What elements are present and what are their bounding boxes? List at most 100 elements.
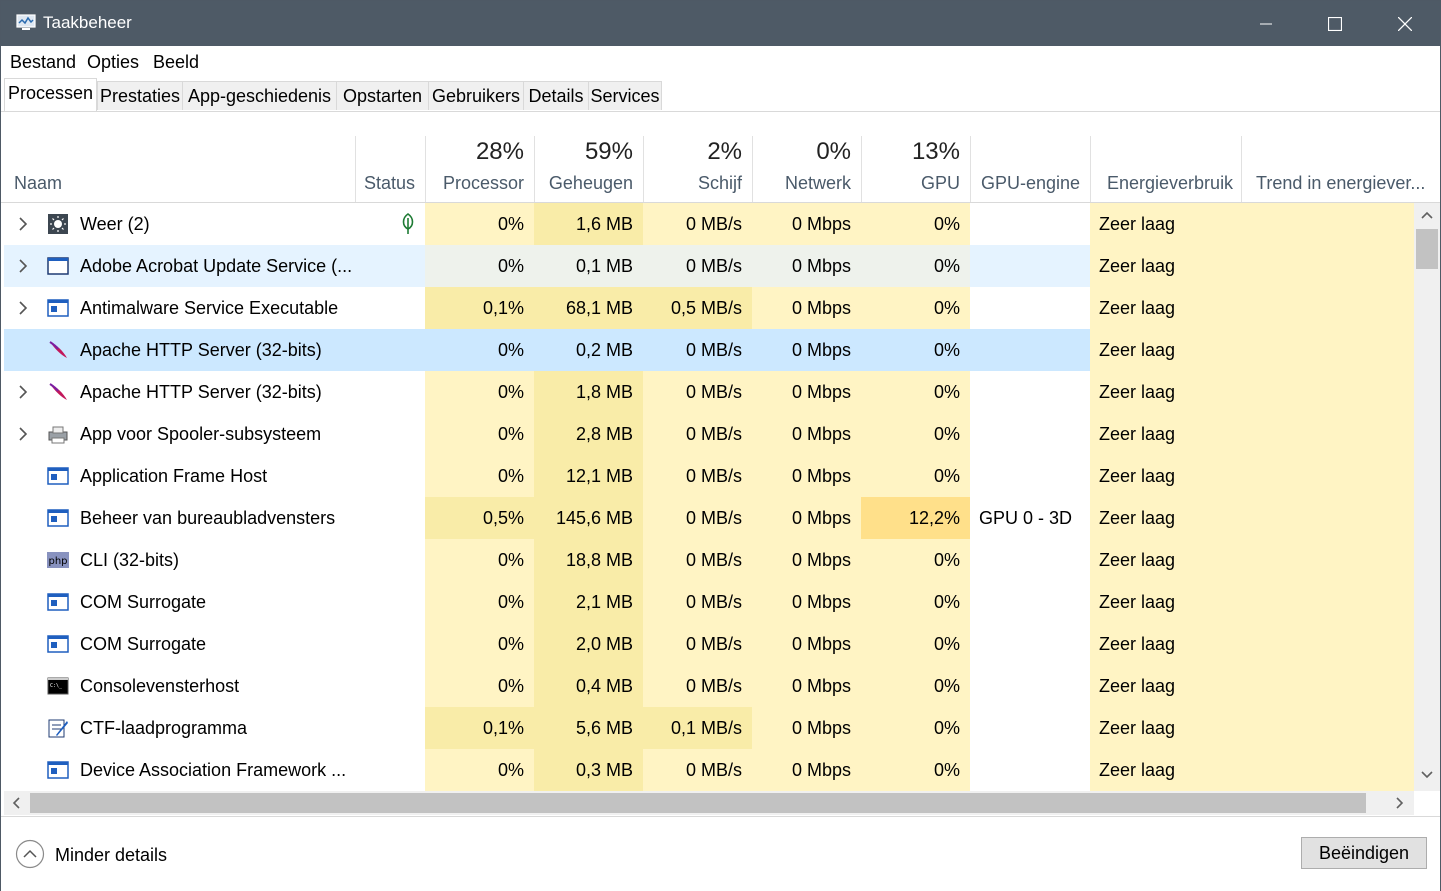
- horizontal-scroll-thumb[interactable]: [30, 793, 1366, 813]
- leaf-icon: [402, 213, 414, 234]
- process-row[interactable]: App voor Spooler-subsysteem 0% 2,8 MB 0 MB/…: [4, 413, 1414, 455]
- chevron-right-icon[interactable]: [16, 299, 30, 317]
- power-cell: Zeer laag: [1090, 665, 1241, 707]
- process-row[interactable]: php CLI (32-bits) 0% 18,8 MB 0 MB/s 0 Mbps 0% Z…: [4, 539, 1414, 581]
- gpu-engine-cell: [970, 581, 1090, 623]
- maximize-button[interactable]: [1300, 1, 1370, 46]
- gpu-engine-cell: [970, 539, 1090, 581]
- power-cell: Zeer laag: [1090, 581, 1241, 623]
- header-power-trend[interactable]: Trend in energiever...: [1241, 136, 1437, 202]
- header-name[interactable]: Naam: [1, 136, 355, 202]
- gpu-engine-cell: [970, 329, 1090, 371]
- power-trend-cell: [1241, 329, 1414, 371]
- horizontal-scrollbar[interactable]: [4, 791, 1414, 815]
- memory-cell: 12,1 MB: [534, 455, 643, 497]
- power-trend-cell: [1241, 539, 1414, 581]
- power-trend-cell: [1241, 245, 1414, 287]
- gpu-cell: 0%: [861, 413, 970, 455]
- memory-cell: 2,1 MB: [534, 581, 643, 623]
- process-row[interactable]: CTF-laadprogramma 0,1% 5,6 MB 0,1 MB/s 0 Mbp…: [4, 707, 1414, 749]
- power-trend-cell: [1241, 665, 1414, 707]
- chevron-up-circle-icon[interactable]: [15, 839, 45, 869]
- process-row[interactable]: C:\_ Consolevensterhost 0% 0,4 MB 0 MB/s 0 Mb…: [4, 665, 1414, 707]
- power-trend-cell: [1241, 203, 1414, 245]
- power-trend-cell: [1241, 371, 1414, 413]
- cpu-cell: 0,1%: [425, 707, 534, 749]
- menu-beeld[interactable]: Beeld: [153, 52, 199, 73]
- process-row[interactable]: Beheer van bureaubladvensters 0,5% 145,6 M…: [4, 497, 1414, 539]
- power-cell: Zeer laag: [1090, 539, 1241, 581]
- fewer-details-link[interactable]: Minder details: [55, 845, 167, 866]
- cpu-cell: 0,5%: [425, 497, 534, 539]
- process-row[interactable]: COM Surrogate 0% 2,1 MB 0 MB/s 0 Mbps 0% Zeer …: [4, 581, 1414, 623]
- process-row[interactable]: Device Association Framework ... 0% 0,3 MB…: [4, 749, 1414, 791]
- disk-cell: 0 MB/s: [643, 581, 752, 623]
- network-cell: 0 Mbps: [752, 497, 861, 539]
- disk-cell: 0 MB/s: [643, 371, 752, 413]
- tab-prestaties[interactable]: Prestaties: [97, 81, 183, 110]
- scroll-right-icon[interactable]: [1396, 797, 1404, 809]
- header-network[interactable]: 0% Netwerk: [752, 136, 861, 202]
- app-window-icon: [47, 467, 69, 485]
- network-cell: 0 Mbps: [752, 539, 861, 581]
- header-memory[interactable]: 59% Geheugen: [534, 136, 643, 202]
- gpu-engine-cell: [970, 749, 1090, 791]
- tab-details[interactable]: Details: [523, 81, 589, 110]
- ctf-pen-icon: [48, 719, 68, 738]
- header-status[interactable]: Status: [355, 136, 425, 202]
- minimize-button[interactable]: [1231, 1, 1301, 46]
- scroll-left-icon[interactable]: [12, 797, 20, 809]
- tab-gebruikers[interactable]: Gebruikers: [428, 81, 524, 110]
- vertical-scroll-thumb[interactable]: [1416, 229, 1438, 269]
- minimize-icon: [1260, 23, 1272, 24]
- close-button[interactable]: [1370, 1, 1440, 46]
- scroll-down-icon[interactable]: [1421, 771, 1433, 779]
- process-row[interactable]: Adobe Acrobat Update Service (... 0% 0,1 M…: [4, 245, 1414, 287]
- process-row[interactable]: Weer (2) 0% 1,6 MB 0 MB/s 0 Mbps 0% Zeer laag: [4, 203, 1414, 245]
- scroll-up-icon[interactable]: [1421, 211, 1433, 219]
- disk-cell: 0 MB/s: [685, 340, 742, 360]
- process-row[interactable]: Application Frame Host 0% 12,1 MB 0 MB/s 0 M…: [4, 455, 1414, 497]
- power-cell: Zeer laag: [1090, 245, 1241, 287]
- end-task-button[interactable]: Beëindigen: [1301, 837, 1427, 869]
- process-row[interactable]: Antimalware Service Executable 0,1% 68,1 M…: [4, 287, 1414, 329]
- gpu-cell: 0%: [861, 665, 970, 707]
- memory-cell: 5,6 MB: [534, 707, 643, 749]
- header-gpu[interactable]: 13% GPU: [861, 136, 970, 202]
- title-bar[interactable]: Taakbeheer: [1, 1, 1440, 46]
- app-window-icon: [47, 635, 69, 653]
- header-disk[interactable]: 2% Schijf: [643, 136, 752, 202]
- process-row[interactable]: Apache HTTP Server (32-bits) 0% 0,2 MB 0 MB…: [4, 329, 1414, 371]
- process-row[interactable]: Apache HTTP Server (32-bits) 0% 1,8 MB 0 MB…: [4, 371, 1414, 413]
- chevron-right-icon[interactable]: [16, 257, 30, 275]
- close-icon: [1398, 16, 1412, 31]
- tab-app-geschiedenis[interactable]: App-geschiedenis: [182, 81, 337, 110]
- disk-cell: 0 MB/s: [643, 665, 752, 707]
- disk-cell: 0 MB/s: [643, 539, 752, 581]
- power-trend-cell: [1241, 749, 1414, 791]
- chevron-right-icon[interactable]: [16, 215, 30, 233]
- network-cell: 0 Mbps: [752, 413, 861, 455]
- chevron-right-icon[interactable]: [16, 425, 30, 443]
- header-processor[interactable]: 28% Processor: [425, 136, 534, 202]
- chevron-right-icon[interactable]: [16, 383, 30, 401]
- gpu-cell: 0%: [861, 245, 970, 287]
- power-cell: Zeer laag: [1090, 749, 1241, 791]
- memory-cell: 0,4 MB: [534, 665, 643, 707]
- tab-processen[interactable]: Processen: [4, 78, 97, 111]
- tab-opstarten[interactable]: Opstarten: [336, 81, 429, 110]
- tab-services[interactable]: Services: [588, 81, 662, 110]
- cpu-cell: 0,1%: [425, 287, 534, 329]
- cpu-cell: 0%: [425, 623, 534, 665]
- vertical-scrollbar[interactable]: [1414, 203, 1440, 791]
- app-window-icon: [47, 299, 69, 317]
- header-gpu-engine[interactable]: GPU-engine: [970, 136, 1090, 202]
- process-row[interactable]: COM Surrogate 0% 2,0 MB 0 MB/s 0 Mbps 0% Zeer …: [4, 623, 1414, 665]
- process-name: COM Surrogate: [80, 634, 207, 654]
- menu-opties[interactable]: Opties: [87, 52, 139, 73]
- menu-bestand[interactable]: Bestand: [10, 52, 76, 73]
- power-trend-cell: [1241, 497, 1414, 539]
- process-name: Weer (2): [80, 214, 150, 234]
- memory-cell: 68,1 MB: [534, 287, 643, 329]
- header-power[interactable]: Energieverbruik: [1090, 136, 1241, 202]
